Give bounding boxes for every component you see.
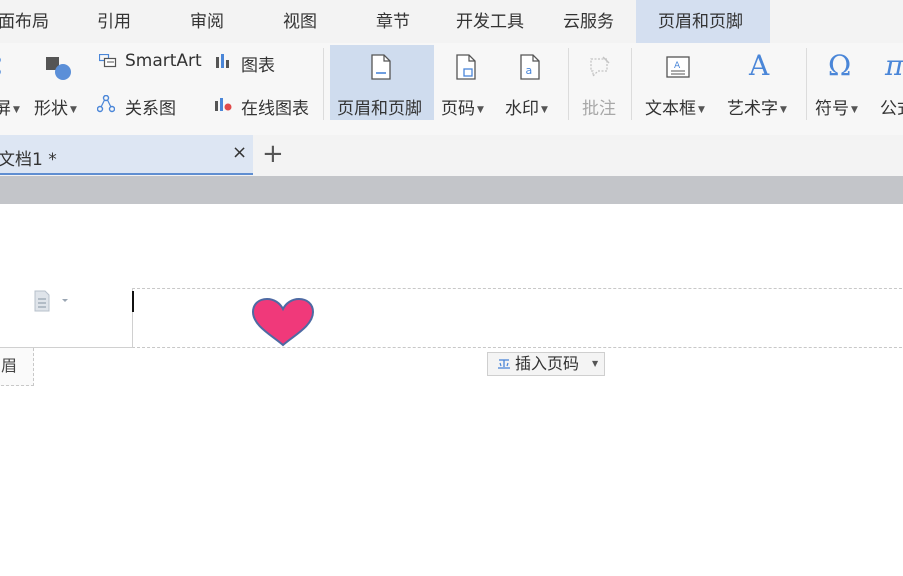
- picture-icon: [0, 57, 1, 75]
- wordart-button[interactable]: 艺术字 ▼: [727, 94, 787, 119]
- watermark-button[interactable]: 水印 ▼: [505, 94, 548, 119]
- page-number-button[interactable]: 页码 ▼: [441, 94, 484, 119]
- tab-label: 面布局: [0, 12, 49, 32]
- watermark-icon: a: [520, 54, 540, 80]
- tab-label: 章节: [376, 12, 410, 32]
- chevron-down-icon: ▼: [477, 105, 484, 115]
- chevron-down-icon: ▼: [780, 105, 787, 115]
- relation-diagram-button[interactable]: 关系图: [125, 94, 176, 119]
- document-tab-bar: 文档1 * × +: [0, 135, 903, 176]
- wordart-icon: A: [749, 49, 770, 82]
- tab-references[interactable]: 引用: [97, 0, 131, 43]
- tab-section[interactable]: 章节: [376, 0, 410, 43]
- header-footer-button[interactable]: 页眉和页脚: [337, 94, 422, 119]
- ribbon-separator: [323, 48, 324, 120]
- ribbon-separator: [806, 48, 807, 120]
- smartart-icon: [99, 54, 117, 68]
- chart-icon: [216, 54, 229, 68]
- svg-text:A: A: [674, 61, 681, 71]
- tab-label: 视图: [283, 12, 317, 32]
- document-tab[interactable]: 文档1 * ×: [0, 135, 253, 175]
- online-chart-icon: [215, 98, 232, 111]
- formula-icon: π: [885, 49, 903, 82]
- relation-diagram-icon: [97, 95, 115, 113]
- symbol-button[interactable]: 符号 ▼: [815, 94, 858, 119]
- comment-button[interactable]: 批注: [582, 94, 616, 119]
- chevron-down-icon: ▼: [592, 359, 599, 368]
- page-top-gutter: [0, 176, 903, 204]
- tab-header-footer[interactable]: 页眉和页脚: [636, 0, 770, 43]
- page-number-icon: [498, 359, 510, 369]
- chevron-down-icon: ▼: [70, 105, 77, 115]
- shapes-icon: [46, 57, 71, 80]
- tab-cloud-services[interactable]: 云服务: [563, 0, 614, 43]
- chevron-down-icon: ▼: [13, 105, 20, 115]
- menu-tab-bar: 面布局 引用 审阅 视图 章节 开发工具 云服务 页眉和页脚: [0, 0, 903, 43]
- smartart-button[interactable]: SmartArt: [125, 51, 202, 71]
- close-tab-icon[interactable]: ×: [232, 144, 247, 162]
- shapes-button[interactable]: 形状 ▼: [34, 94, 77, 119]
- insert-page-number-button[interactable]: 插入页码 ▼: [487, 352, 605, 376]
- new-tab-button[interactable]: +: [262, 141, 284, 167]
- tab-view[interactable]: 视图: [283, 0, 317, 43]
- header-label: 页眉: [0, 348, 34, 386]
- picture-button-partial[interactable]: 屏 ▼: [0, 94, 20, 119]
- insert-page-number-label: 插入页码: [515, 354, 580, 373]
- tab-page-layout[interactable]: 面布局: [0, 0, 58, 43]
- document-page[interactable]: 页眉 插入页码 ▼: [0, 204, 903, 576]
- svg-text:a: a: [526, 64, 533, 77]
- ribbon-separator: [631, 48, 632, 120]
- online-chart-button[interactable]: 在线图表: [241, 94, 309, 119]
- chart-button[interactable]: 图表: [241, 51, 275, 76]
- tab-label: 审阅: [190, 12, 224, 32]
- tab-developer-tools[interactable]: 开发工具: [456, 0, 524, 43]
- text-cursor: [132, 291, 134, 312]
- tab-review[interactable]: 审阅: [190, 0, 224, 43]
- tab-label: 引用: [97, 12, 131, 32]
- header-edit-area[interactable]: [132, 288, 903, 348]
- textbox-button[interactable]: 文本框 ▼: [645, 94, 705, 119]
- tab-label: 页眉和页脚: [658, 12, 743, 32]
- heart-shape[interactable]: [251, 298, 315, 348]
- header-footer-icon: [371, 54, 391, 80]
- chevron-down-icon: ▼: [698, 105, 705, 115]
- ribbon-separator: [568, 48, 569, 120]
- document-tab-title: 文档1 *: [0, 150, 57, 170]
- wps-writer-window: 面布局 引用 审阅 视图 章节 开发工具 云服务 页眉和页脚 屏 ▼ 形状 ▼ Sm…: [0, 0, 903, 576]
- paragraph-options-icon[interactable]: [34, 290, 70, 312]
- chevron-down-icon: ▼: [541, 105, 548, 115]
- tab-label: 开发工具: [456, 12, 524, 32]
- comment-icon: [590, 56, 610, 78]
- ribbon-toolbar: 屏 ▼ 形状 ▼ SmartArt 图表 关系图 在线图表 页眉和页脚 页码 ▼…: [0, 43, 903, 135]
- chevron-down-icon: ▼: [851, 105, 858, 115]
- symbol-icon: Ω: [828, 49, 852, 82]
- formula-button-partial[interactable]: 公式: [880, 94, 903, 119]
- page-number-icon: [456, 54, 476, 80]
- textbox-icon: A: [666, 56, 690, 78]
- tab-label: 云服务: [563, 12, 614, 32]
